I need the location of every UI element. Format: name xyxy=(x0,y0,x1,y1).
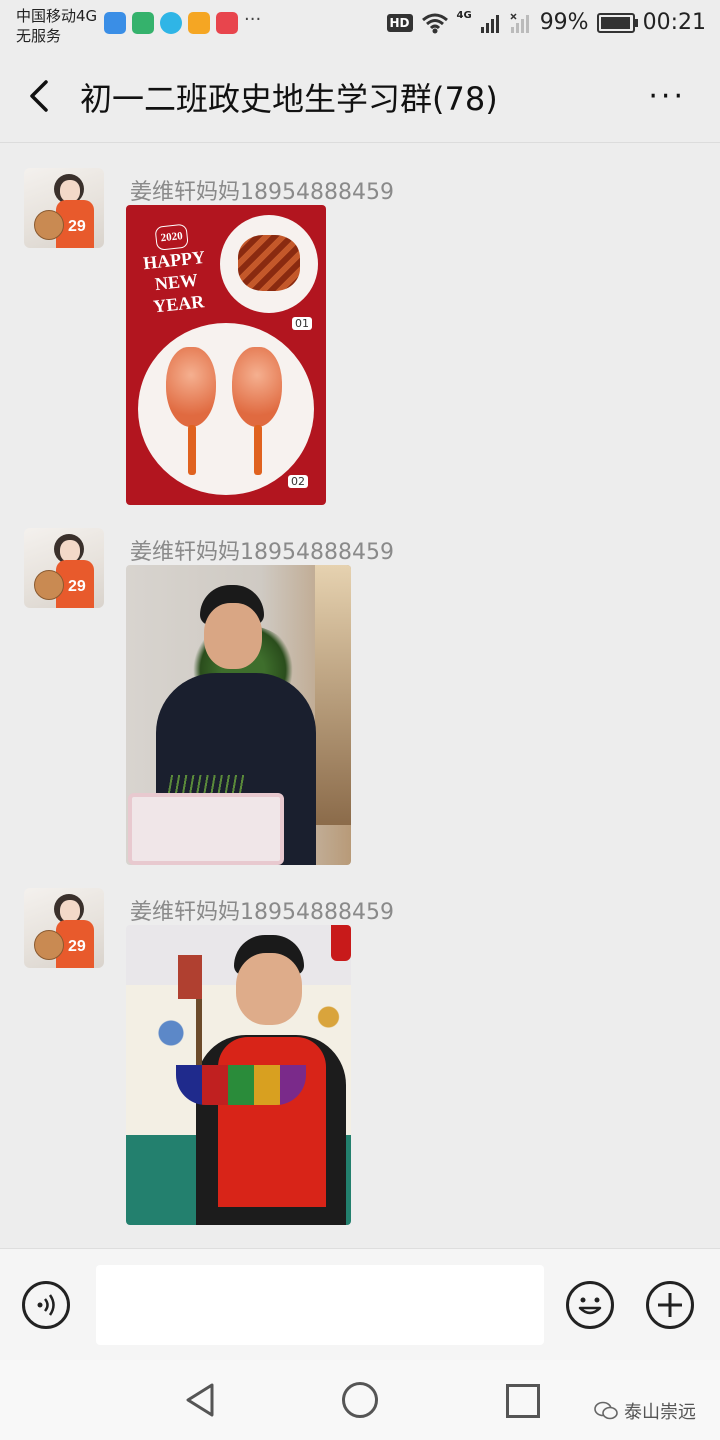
nav-home-icon[interactable] xyxy=(342,1382,378,1418)
sender-name: 姜维轩妈妈18954888459 xyxy=(130,900,394,925)
back-arrow-icon[interactable] xyxy=(22,76,62,116)
more-notifications-icon: ··· xyxy=(244,9,262,30)
battery-icon xyxy=(596,12,638,33)
add-attachment-button[interactable] xyxy=(646,1281,694,1329)
red-vest xyxy=(218,1037,326,1207)
boat-flag xyxy=(178,955,202,999)
nav-recent-icon[interactable] xyxy=(506,1384,540,1418)
watermark: 泰山崇远 xyxy=(594,1398,696,1424)
image-message-boy-boat[interactable] xyxy=(126,925,351,1225)
image-message-boy-sprouts[interactable] xyxy=(126,565,351,865)
red-decoration xyxy=(331,925,351,961)
chat-header: 初一二班政史地生学习群(78) ··· xyxy=(0,50,720,143)
carrot-stem xyxy=(188,425,196,475)
carrier-name: 中国移动4G xyxy=(16,7,98,25)
no-signal-icon xyxy=(510,12,529,33)
avatar[interactable]: 29 xyxy=(24,888,104,968)
input-bar xyxy=(0,1248,720,1361)
message-item: 29 姜维轩妈妈18954888459 xyxy=(0,528,720,868)
card-label: 02 xyxy=(288,475,308,488)
notification-icons: ··· xyxy=(104,9,262,34)
happy-new-year-text: 2020 HAPPY NEW YEAR xyxy=(129,219,220,319)
card-year: 2020 xyxy=(154,223,189,251)
signal-icon xyxy=(480,14,499,33)
shrimp-decoration xyxy=(166,347,216,427)
person-face xyxy=(204,603,262,669)
message-input[interactable] xyxy=(96,1265,544,1345)
avatar[interactable]: 29 xyxy=(24,168,104,248)
card-label: 01 xyxy=(292,317,312,330)
network-type: 4G xyxy=(456,10,472,21)
battery-level xyxy=(600,16,631,29)
wifi-icon xyxy=(421,13,448,33)
emoji-button[interactable] xyxy=(566,1281,614,1329)
video-app-icon xyxy=(188,12,210,34)
message-item: 29 姜维轩妈妈18954888459 xyxy=(0,888,720,1228)
system-navigation-bar: 泰山崇远 xyxy=(0,1360,720,1440)
basket xyxy=(128,793,284,865)
handmade-boat xyxy=(176,1065,306,1105)
shrimp-decoration xyxy=(232,347,282,427)
person-face xyxy=(236,953,302,1025)
add-icon xyxy=(658,1293,682,1317)
shelf xyxy=(315,565,351,825)
wechat-logo-icon xyxy=(594,1401,618,1420)
plate xyxy=(138,323,314,495)
reader-app-icon xyxy=(216,12,238,34)
hd-badge: HD xyxy=(386,13,413,32)
carrot-stem xyxy=(254,425,262,475)
avatar[interactable]: 29 xyxy=(24,528,104,608)
more-options-icon[interactable]: ··· xyxy=(648,82,686,112)
carrier-info: 中国移动4G 无服务 xyxy=(16,6,97,46)
status-indicators: HD 4G 99% 00:21 xyxy=(386,10,706,35)
service-status: 无服务 xyxy=(16,27,62,45)
clock: 00:21 xyxy=(642,10,706,35)
chat-title: 初一二班政史地生学习群(78) xyxy=(80,80,498,118)
app-notification-icon xyxy=(104,12,126,34)
card-line: NEW xyxy=(153,269,199,295)
watermark-text: 泰山崇远 xyxy=(624,1402,696,1423)
image-message-new-year-card[interactable]: 2020 HAPPY NEW YEAR 01 02 xyxy=(126,205,326,505)
voice-icon xyxy=(37,1294,55,1316)
status-bar: 中国移动4G 无服务 ··· HD 4G 99% 00:21 xyxy=(0,0,720,50)
battery-percent: 99% xyxy=(539,10,589,35)
dish xyxy=(238,235,300,291)
message-item: 29 姜维轩妈妈18954888459 2020 HAPPY NEW YEAR … xyxy=(0,168,720,508)
emoji-icon xyxy=(578,1297,602,1315)
app-notification-icon xyxy=(160,12,182,34)
sender-name: 姜维轩妈妈18954888459 xyxy=(130,540,394,565)
card-line: YEAR xyxy=(152,291,206,317)
app-notification-icon xyxy=(132,12,154,34)
sender-name: 姜维轩妈妈18954888459 xyxy=(130,180,394,205)
nav-back-icon[interactable] xyxy=(184,1382,216,1418)
voice-input-button[interactable] xyxy=(22,1281,70,1329)
